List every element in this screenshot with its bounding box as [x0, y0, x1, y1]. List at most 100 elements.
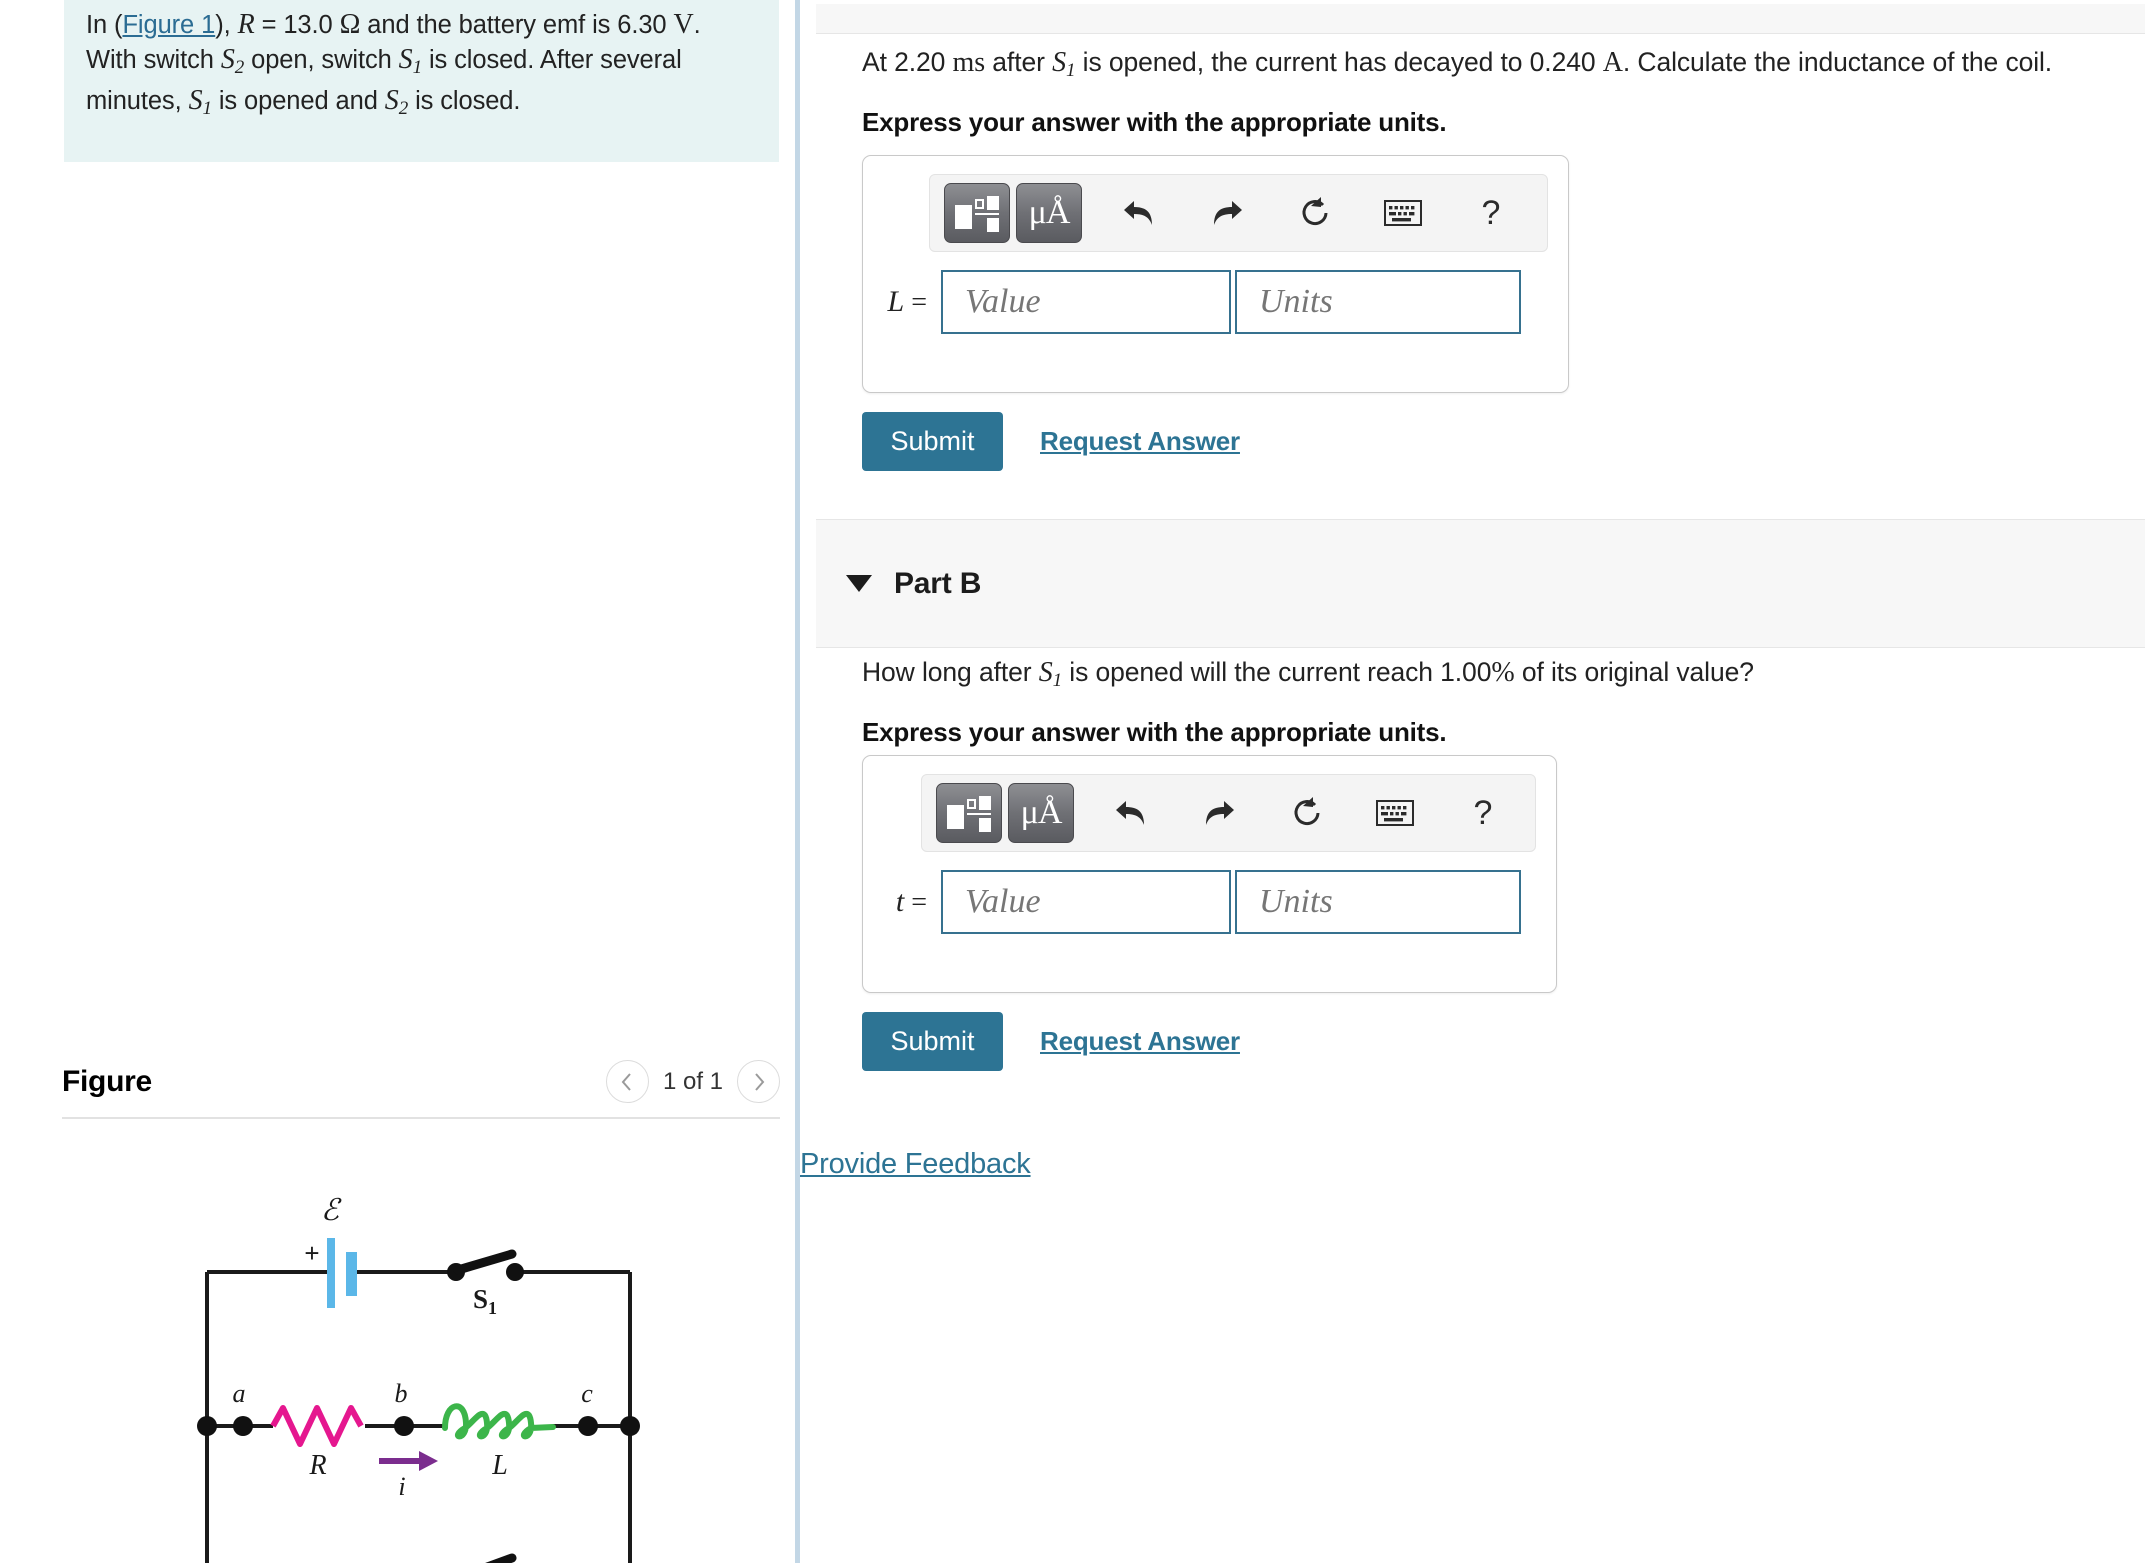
problem-line1-post: ), — [215, 11, 238, 39]
figure-1-link[interactable]: Figure 1 — [122, 11, 215, 39]
chevron-down-icon[interactable] — [846, 575, 872, 592]
ohm-unit: Ω — [339, 9, 361, 40]
inductor-label: L — [491, 1450, 508, 1481]
chevron-left-icon[interactable] — [605, 1060, 649, 1103]
reset-circular-arrow-icon[interactable] — [1276, 783, 1338, 843]
part-b-value-input[interactable]: Value — [941, 870, 1231, 934]
problem-line1-pre: In ( — [86, 11, 123, 39]
part-a-symbol-s-sub: 1 — [1066, 60, 1076, 81]
part-b-field-row: t = Value Units — [863, 870, 1536, 934]
problem-line3b: is opened and — [211, 87, 385, 115]
part-a-var-L: L — [887, 285, 905, 318]
left-panel: In (Figure 1), R = 13.0 Ω and the batter… — [0, 0, 800, 1563]
part-b-symbol-s-sub: 1 — [1052, 670, 1063, 691]
question-mark-icon[interactable]: ? — [1452, 783, 1514, 843]
symbol-S2-b-sub: 2 — [398, 98, 409, 119]
part-a-q-tail: . Calculate the inductance of the coil. — [1622, 47, 2053, 77]
part-a-q-pre: At 2.20 — [862, 47, 953, 77]
keyboard-icon[interactable] — [1372, 183, 1434, 243]
symbol-S2-a-sub: 2 — [234, 56, 245, 78]
part-b-q-post: is opened will the current reach 1.00 — [1062, 657, 1492, 687]
symbol-S2-b: S — [384, 85, 399, 116]
emf-label: ℰ — [321, 1194, 342, 1227]
problem-statement-box: In (Figure 1), R = 13.0 Ω and the batter… — [64, 0, 779, 162]
chevron-right-icon[interactable] — [737, 1060, 780, 1103]
problem-line2: With switch — [86, 45, 221, 74]
problem-line2c: is closed. After several — [421, 45, 682, 74]
part-b-instruction: Express your answer with the appropriate… — [862, 717, 1447, 747]
question-mark-icon[interactable]: ? — [1460, 183, 1522, 243]
part-b-var-t: t — [895, 885, 905, 918]
part-b-symbol-s: S — [1038, 657, 1053, 688]
part-b-question: How long after S1 is opened will the cur… — [862, 655, 1754, 698]
part-a-answer-box: μÅ ? L = Value Units — [862, 155, 1569, 393]
part-a-request-answer-link[interactable]: Request Answer — [1040, 426, 1240, 457]
mu-angstrom-icon[interactable]: μÅ — [1016, 183, 1082, 243]
part-a-field-label: L = — [881, 285, 941, 319]
problem-statement-text: In (Figure 1), R = 13.0 Ω and the batter… — [86, 8, 765, 126]
keyboard-icon[interactable] — [1364, 783, 1426, 843]
part-b-toolbar: μÅ ? — [921, 774, 1536, 852]
emf-text: and the battery emf is 6.30 — [360, 11, 674, 39]
part-a-unit-ms: ms — [952, 47, 986, 78]
math-template-icon[interactable] — [936, 783, 1002, 843]
circuit-svg: ℰ + S1 a b c R L i — [197, 1194, 640, 1563]
part-a-header-strip — [816, 4, 2145, 34]
resistor-symbol — [270, 1405, 364, 1447]
provide-feedback-link[interactable]: Provide Feedback — [800, 1148, 1031, 1181]
mu-angstrom-label: μÅ — [1020, 794, 1063, 831]
current-arrow-icon — [379, 1451, 438, 1471]
math-template-icon[interactable] — [944, 183, 1010, 243]
part-b-q-tail: of its original value? — [1514, 657, 1754, 687]
part-a-question: At 2.20 ms after S1 is opened, the curre… — [862, 45, 2052, 88]
symbol-R: R — [237, 9, 255, 40]
part-a-unit-ampere: A — [1602, 47, 1623, 78]
part-b-submit-button[interactable]: Submit — [862, 1012, 1003, 1071]
problem-line3: minutes, — [86, 87, 189, 115]
undo-arrow-icon[interactable] — [1108, 183, 1170, 243]
figure-pager-label: 1 of 1 — [662, 1067, 723, 1095]
volt-unit: V — [673, 9, 694, 40]
part-a-q-mid: after — [985, 47, 1053, 77]
part-a-submit-button[interactable]: Submit — [862, 412, 1003, 471]
part-b-label: Part B — [894, 566, 982, 600]
part-a-toolbar: μÅ ? — [929, 174, 1548, 252]
part-a-symbol-s: S — [1052, 47, 1066, 78]
period-1: . — [693, 11, 701, 39]
reset-circular-arrow-icon[interactable] — [1284, 183, 1346, 243]
part-b-units-input[interactable]: Units — [1235, 870, 1521, 934]
problem-line2b: open, switch — [244, 45, 399, 74]
part-a-units-input[interactable]: Units — [1235, 270, 1521, 334]
figure-pager: 1 of 1 — [605, 1060, 780, 1103]
symbol-S1-a-sub: 1 — [412, 56, 423, 78]
symbol-S1-b: S — [188, 85, 203, 116]
part-b-field-label: t = — [881, 885, 941, 919]
redo-arrow-icon[interactable] — [1188, 783, 1250, 843]
problem-page: In (Figure 1), R = 13.0 Ω and the batter… — [0, 0, 2145, 1563]
part-a-equals: = — [904, 287, 927, 318]
resistor-label: R — [308, 1450, 326, 1481]
symbol-S2-a: S — [220, 43, 235, 75]
battery-plus-sign: + — [304, 1238, 319, 1268]
resistance-value: = 13.0 — [254, 11, 340, 39]
symbol-S1-b-sub: 1 — [202, 98, 212, 119]
switch-s1-label: S1 — [473, 1284, 497, 1318]
undo-arrow-icon[interactable] — [1100, 783, 1162, 843]
part-b-percent: % — [1491, 657, 1515, 688]
mu-angstrom-icon[interactable]: μÅ — [1008, 783, 1074, 843]
current-label: i — [398, 1472, 405, 1501]
part-a-value-input[interactable]: Value — [941, 270, 1231, 334]
inductor-symbol — [442, 1403, 556, 1440]
figure-header: Figure 1 of 1 — [62, 1060, 780, 1103]
part-b-request-answer-link[interactable]: Request Answer — [1040, 1026, 1240, 1057]
math-template-glyph — [954, 194, 1000, 232]
part-b-header[interactable]: Part B — [816, 519, 2145, 648]
problem-line3c: is closed. — [408, 87, 521, 115]
node-a-label: a — [233, 1379, 246, 1408]
part-b-q-pre: How long after — [862, 657, 1039, 687]
redo-arrow-icon[interactable] — [1196, 183, 1258, 243]
right-panel: At 2.20 ms after S1 is opened, the curre… — [800, 0, 2145, 1563]
node-b-label: b — [395, 1379, 408, 1408]
part-b-equals: = — [904, 887, 927, 918]
part-a-field-row: L = Value Units — [863, 270, 1548, 334]
